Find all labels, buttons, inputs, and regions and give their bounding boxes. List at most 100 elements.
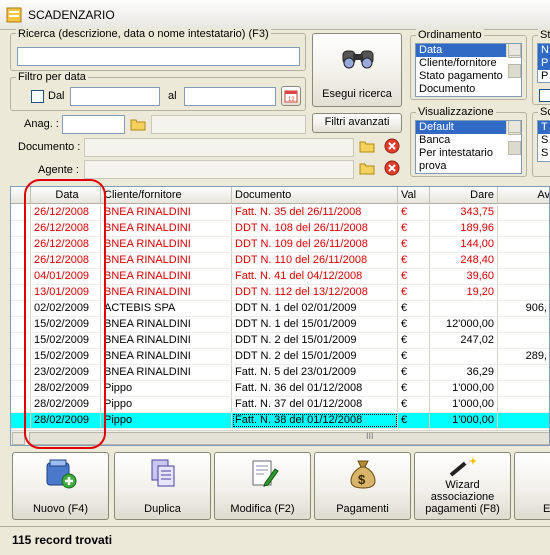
list-item[interactable]: Cliente/fornitore — [416, 57, 521, 70]
cell-avere[interactable] — [498, 253, 549, 268]
cell-doc[interactable]: DDT N. 109 del 26/11/2008 — [232, 237, 398, 252]
cell-doc[interactable]: Fatt. N. 36 del 01/12/2008 — [232, 381, 398, 396]
cell-avere[interactable] — [498, 221, 549, 236]
cell-cliente[interactable]: BNEA RINALDINI — [101, 221, 232, 236]
cell-cliente[interactable]: BNEA RINALDINI — [101, 365, 232, 380]
edit-button[interactable]: Modifica (F2) — [214, 452, 311, 520]
cell-avere[interactable] — [498, 237, 549, 252]
cell-dare[interactable]: 247,02 — [430, 333, 498, 348]
cell-val[interactable]: € — [398, 397, 430, 412]
duplicate-button[interactable]: Duplica — [114, 452, 211, 520]
cell-cliente[interactable]: BNEA RINALDINI — [101, 317, 232, 332]
cell-doc[interactable]: DDT N. 2 del 15/01/2009 — [232, 349, 398, 364]
cell-val[interactable]: € — [398, 205, 430, 220]
cell-val[interactable]: € — [398, 365, 430, 380]
cell-val[interactable]: € — [398, 381, 430, 396]
payments-button[interactable]: $ Pagamenti — [314, 452, 411, 520]
cell-val[interactable]: € — [398, 221, 430, 236]
cell-val[interactable]: € — [398, 413, 430, 428]
scrollbar[interactable] — [506, 44, 521, 78]
anag-browse-button[interactable] — [128, 114, 148, 134]
cell-doc[interactable]: DDT N. 112 del 13/12/2008 — [232, 285, 398, 300]
ordinamento-list[interactable]: Data Cliente/fornitore Stato pagamento D… — [415, 43, 522, 97]
folder-icon[interactable] — [359, 161, 375, 175]
cell-dare[interactable]: 144,00 — [430, 237, 498, 252]
calendar-button[interactable]: 12 — [281, 86, 301, 106]
cell-doc[interactable]: DDT N. 1 del 02/01/2009 — [232, 301, 398, 316]
cell-cliente[interactable]: BNEA RINALDINI — [101, 349, 232, 364]
search-input[interactable] — [17, 47, 300, 66]
cell-avere[interactable] — [498, 381, 549, 396]
cell-avere[interactable] — [498, 205, 549, 220]
cell-avere[interactable] — [498, 269, 549, 284]
list-item[interactable]: Documento — [416, 83, 521, 96]
cell-avere[interactable] — [498, 397, 549, 412]
cell-val[interactable]: € — [398, 253, 430, 268]
list-item[interactable]: T — [538, 121, 550, 134]
cell-avere[interactable]: 906, — [498, 301, 549, 316]
cell-dare[interactable]: 343,75 — [430, 205, 498, 220]
visualizzazione-list[interactable]: Default Banca Per intestatario prova — [415, 120, 522, 174]
scrollbar[interactable] — [506, 121, 521, 155]
cell-dare[interactable]: 39,60 — [430, 269, 498, 284]
col-header-dare[interactable]: Dare — [430, 187, 498, 203]
cell-doc[interactable]: DDT N. 1 del 15/01/2009 — [232, 317, 398, 332]
cell-cliente[interactable]: BNEA RINALDINI — [101, 253, 232, 268]
cell-val[interactable]: € — [398, 269, 430, 284]
cell-dare[interactable]: 1'000,00 — [430, 397, 498, 412]
col-header-cliente[interactable]: Cliente/fornitore — [101, 187, 232, 203]
cell-avere[interactable] — [498, 285, 549, 300]
more-button[interactable]: E — [514, 452, 550, 520]
stato-list[interactable]: N P P — [537, 43, 550, 83]
cell-dare[interactable]: 189,96 — [430, 221, 498, 236]
cell-val[interactable]: € — [398, 349, 430, 364]
date-filter-checkbox[interactable] — [31, 90, 44, 103]
cell-avere[interactable] — [498, 365, 549, 380]
cell-dare[interactable]: 36,29 — [430, 365, 498, 380]
cell-cliente[interactable]: ACTEBIS SPA — [101, 301, 232, 316]
cell-val[interactable]: € — [398, 317, 430, 332]
cell-avere[interactable]: 289, — [498, 349, 549, 364]
col-header-avere[interactable]: Av — [498, 187, 549, 203]
cell-cliente[interactable]: Pippo — [101, 413, 232, 428]
col-header-documento[interactable]: Documento — [232, 187, 398, 203]
list-item[interactable]: N — [538, 44, 550, 57]
cell-cliente[interactable]: BNEA RINALDINI — [101, 285, 232, 300]
cell-dare[interactable] — [430, 301, 498, 316]
cell-val[interactable]: € — [398, 285, 430, 300]
stato-checkbox[interactable] — [539, 89, 550, 102]
cell-dare[interactable] — [430, 349, 498, 364]
cell-doc[interactable]: Fatt. N. 5 del 23/01/2009 — [232, 365, 398, 380]
list-item[interactable]: P — [538, 70, 550, 82]
advanced-filters-button[interactable]: Filtri avanzati — [312, 113, 402, 133]
list-item[interactable]: S — [538, 147, 550, 160]
delete-icon[interactable] — [384, 160, 400, 176]
list-item[interactable]: Stato pagamento — [416, 70, 521, 83]
list-item[interactable]: Banca — [416, 134, 521, 147]
cell-avere[interactable] — [498, 333, 549, 348]
cell-doc[interactable]: Fatt. N. 37 del 01/12/2008 — [232, 397, 398, 412]
cell-dare[interactable]: 1'000,00 — [430, 413, 498, 428]
cell-cliente[interactable]: Pippo — [101, 397, 232, 412]
list-item[interactable]: P — [538, 57, 550, 70]
search-button[interactable]: Esegui ricerca — [312, 33, 402, 107]
cell-cliente[interactable]: BNEA RINALDINI — [101, 269, 232, 284]
wizard-button[interactable]: Wizard associazione pagamenti (F8) — [414, 452, 511, 520]
date-to-field[interactable] — [184, 87, 276, 106]
scadenza-list[interactable]: T S S — [537, 120, 550, 162]
list-item[interactable]: Per intestatario — [416, 147, 521, 160]
cell-cliente[interactable]: BNEA RINALDINI — [101, 333, 232, 348]
anag-field[interactable] — [62, 115, 125, 134]
folder-icon[interactable] — [359, 139, 375, 153]
cell-doc[interactable]: Fatt. N. 41 del 04/12/2008 — [232, 269, 398, 284]
cell-cliente[interactable]: BNEA RINALDINI — [101, 237, 232, 252]
cell-doc[interactable]: DDT N. 110 del 26/11/2008 — [232, 253, 398, 268]
delete-icon[interactable] — [384, 138, 400, 154]
cell-doc[interactable]: DDT N. 2 del 15/01/2009 — [232, 333, 398, 348]
list-item[interactable]: prova — [416, 160, 521, 173]
cell-dare[interactable]: 12'000,00 — [430, 317, 498, 332]
cell-avere[interactable] — [498, 317, 549, 332]
cell-doc[interactable]: DDT N. 108 del 26/11/2008 — [232, 221, 398, 236]
new-button[interactable]: Nuovo (F4) — [12, 452, 109, 520]
cell-val[interactable]: € — [398, 333, 430, 348]
